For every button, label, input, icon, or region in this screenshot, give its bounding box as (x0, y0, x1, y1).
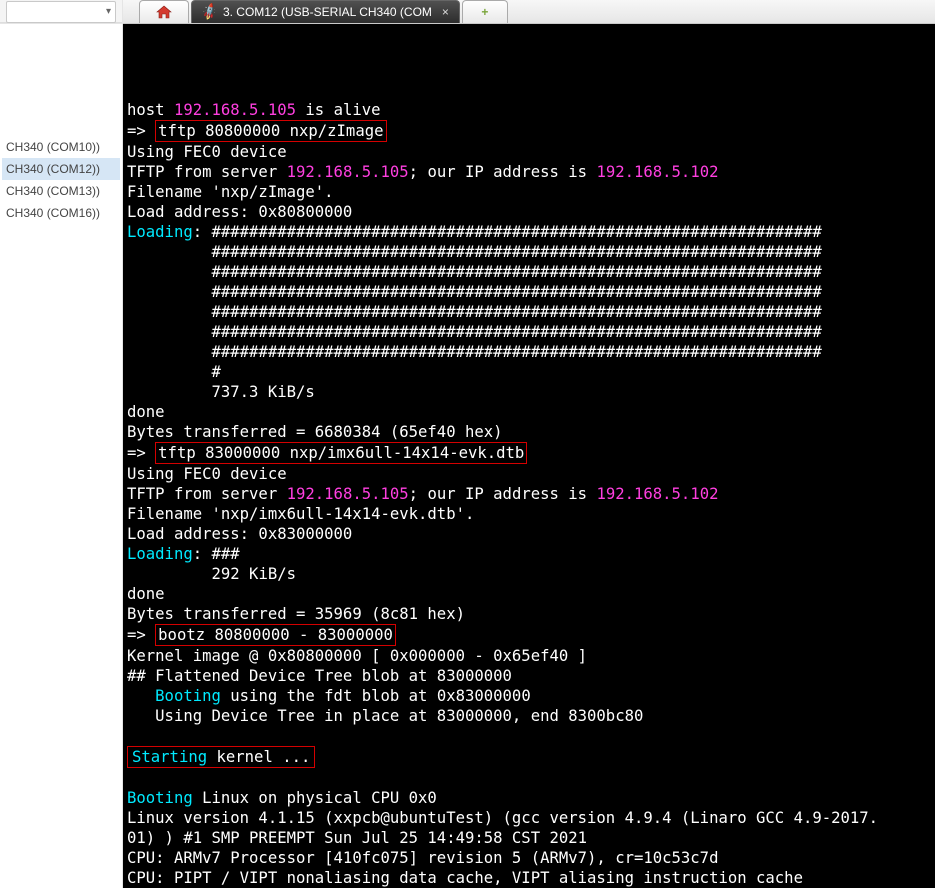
progress-hash: ########################################… (212, 263, 822, 281)
chevron-down-icon: ▾ (106, 6, 111, 17)
term-prompt: => (127, 444, 155, 462)
term-text: CPU: ARMv7 Processor [410fc075] revision… (127, 849, 718, 867)
term-text: 01) ) #1 SMP PREEMPT Sun Jul 25 14:49:58… (127, 829, 587, 847)
progress-hash: ########################################… (212, 343, 822, 361)
tab-bar: 🚀 3. COM12 (USB-SERIAL CH340 (COM × + (123, 0, 935, 24)
term-text: host (127, 101, 174, 119)
term-text: ## Flattened Device Tree blob at 8300000… (127, 667, 512, 685)
term-text: Filename 'nxp/imx6ull-14x14-evk.dtb'. (127, 505, 474, 523)
term-ip: 192.168.5.105 (287, 485, 409, 503)
term-speed: 292 KiB/s (212, 565, 297, 583)
sidebar: ▾ CH340 (COM10)) CH340 (COM12)) CH340 (C… (0, 0, 123, 888)
term-text (127, 383, 212, 401)
close-icon[interactable]: × (442, 6, 449, 18)
term-loading: Loading (127, 223, 193, 241)
cmd-tftp-zimage: tftp 80800000 nxp/zImage (155, 120, 386, 142)
term-text (127, 283, 212, 301)
sidebar-dropdown[interactable]: ▾ (6, 1, 116, 23)
rocket-icon: 🚀 (200, 2, 220, 22)
cmd-tftp-dtb: tftp 83000000 nxp/imx6ull-14x14-evk.dtb (155, 442, 527, 464)
term-ip: 192.168.5.105 (287, 163, 409, 181)
term-starting: Starting (132, 748, 207, 766)
term-text: Load address: 0x83000000 (127, 525, 352, 543)
term-text: done (127, 585, 165, 603)
term-text: Bytes transferred = 6680384 (65ef40 hex) (127, 423, 503, 441)
progress-hash: ########################################… (212, 243, 822, 261)
cmd-bootz: bootz 80800000 - 83000000 (155, 624, 396, 646)
progress-hash: ########################################… (212, 323, 822, 341)
term-loading: Loading (127, 545, 193, 563)
term-booting: Booting (155, 687, 221, 705)
term-prompt: => (127, 122, 155, 140)
progress-hash: ### (212, 545, 240, 563)
progress-hash: ########################################… (212, 283, 822, 301)
term-text: CPU: PIPT / VIPT nonaliasing data cache,… (127, 869, 803, 887)
term-text (127, 243, 212, 261)
cmd-starting-kernel: Starting kernel ... (127, 746, 315, 768)
term-text: is alive (296, 101, 381, 119)
term-text: Using FEC0 device (127, 143, 287, 161)
progress-hash: # (212, 363, 221, 381)
term-text: using the fdt blob at 0x83000000 (221, 687, 531, 705)
terminal[interactable]: host 192.168.5.105 is alive => tftp 8080… (123, 24, 935, 888)
port-item-com12[interactable]: CH340 (COM12)) (2, 158, 120, 180)
term-text: Kernel image @ 0x80800000 [ 0x000000 - 0… (127, 647, 587, 665)
term-text: Bytes transferred = 35969 (8c81 hex) (127, 605, 465, 623)
term-speed: 737.3 KiB/s (212, 383, 315, 401)
port-label: CH340 (COM16)) (6, 206, 100, 220)
term-prompt: => (127, 626, 155, 644)
term-text: ; our IP address is (409, 485, 597, 503)
term-text: ; our IP address is (409, 163, 597, 181)
term-text: Filename 'nxp/zImage'. (127, 183, 334, 201)
tab-home[interactable] (139, 0, 189, 23)
term-ip: 192.168.5.102 (596, 163, 718, 181)
term-text: : (193, 223, 212, 241)
term-text: Load address: 0x80800000 (127, 203, 352, 221)
term-text: Using Device Tree in place at 83000000, … (127, 707, 643, 725)
terminal-content: host 192.168.5.105 is alive => tftp 8080… (127, 80, 931, 888)
term-text (127, 363, 212, 381)
home-icon (156, 5, 172, 19)
port-label: CH340 (COM12)) (6, 162, 100, 176)
port-label: CH340 (COM10)) (6, 140, 100, 154)
port-label: CH340 (COM13)) (6, 184, 100, 198)
term-text: Using FEC0 device (127, 465, 287, 483)
term-text (127, 565, 212, 583)
term-ip: 192.168.5.102 (596, 485, 718, 503)
app-root: ▾ CH340 (COM10)) CH340 (COM12)) CH340 (C… (0, 0, 935, 888)
plus-icon: + (481, 5, 488, 19)
term-booting: Booting (127, 789, 193, 807)
term-text: Linux version 4.1.15 (xxpcb@ubuntuTest) … (127, 809, 878, 827)
term-text: TFTP from server (127, 485, 287, 503)
term-text (127, 303, 212, 321)
term-text (127, 263, 212, 281)
progress-hash: ########################################… (212, 223, 822, 241)
term-ip: 192.168.5.105 (174, 101, 296, 119)
port-item-com10[interactable]: CH340 (COM10)) (2, 136, 120, 158)
main-panel: 🚀 3. COM12 (USB-SERIAL CH340 (COM × + ho… (123, 0, 935, 888)
port-item-com13[interactable]: CH340 (COM13)) (2, 180, 120, 202)
term-text (127, 343, 212, 361)
term-text (127, 687, 155, 705)
term-text: done (127, 403, 165, 421)
port-list: CH340 (COM10)) CH340 (COM12)) CH340 (COM… (0, 136, 122, 224)
sidebar-header: ▾ (0, 0, 122, 24)
tab-session-title: 3. COM12 (USB-SERIAL CH340 (COM (223, 5, 432, 19)
tab-session[interactable]: 🚀 3. COM12 (USB-SERIAL CH340 (COM × (191, 0, 460, 23)
term-text: TFTP from server (127, 163, 287, 181)
term-text: Linux on physical CPU 0x0 (193, 789, 437, 807)
port-item-com16[interactable]: CH340 (COM16)) (2, 202, 120, 224)
progress-hash: ########################################… (212, 303, 822, 321)
tab-add[interactable]: + (462, 0, 508, 23)
term-text (127, 323, 212, 341)
term-text: kernel ... (207, 748, 310, 766)
term-text: : (193, 545, 212, 563)
